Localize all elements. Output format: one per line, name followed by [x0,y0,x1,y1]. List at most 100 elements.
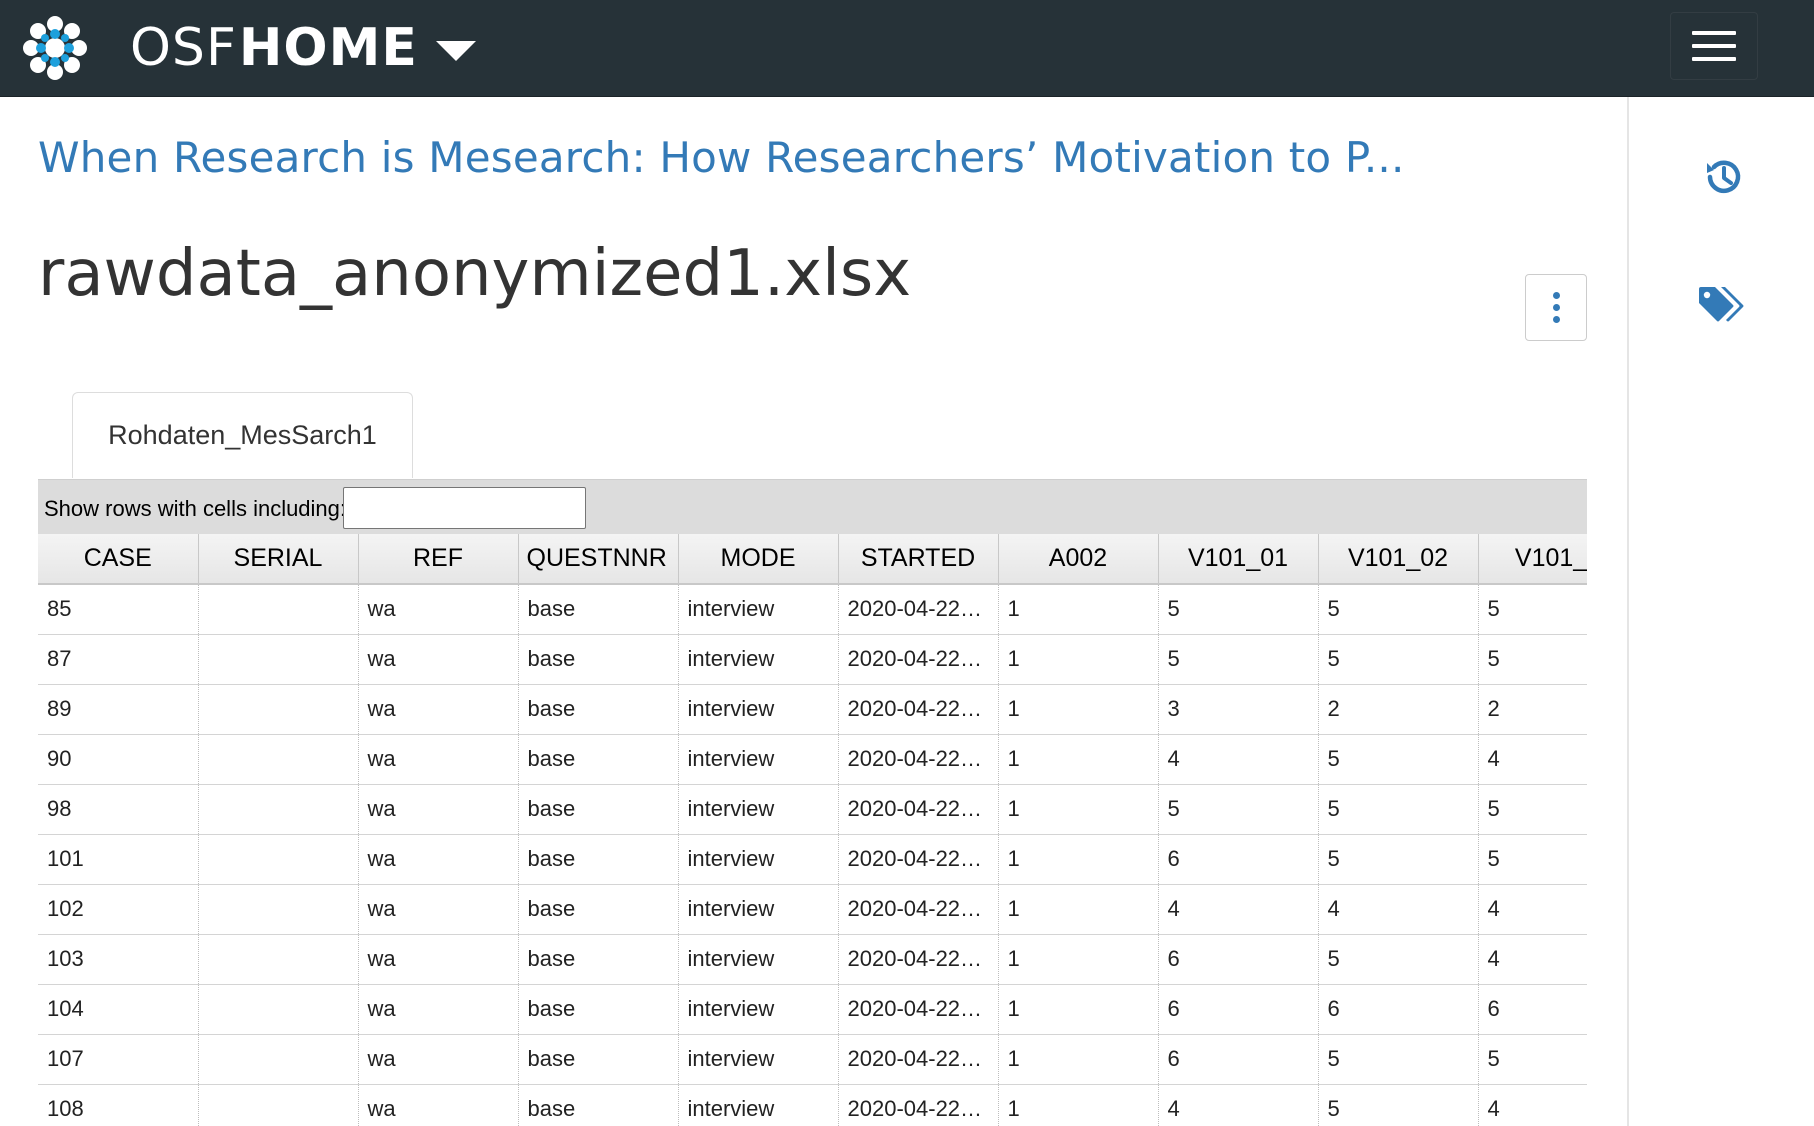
table-cell[interactable]: wa [358,684,519,735]
table-cell[interactable]: 2020-04-22… [838,734,999,785]
column-header[interactable]: MODE [678,534,839,585]
table-cell[interactable]: 4 [1478,884,1587,935]
main-menu-button[interactable] [1670,12,1758,80]
table-cell[interactable]: wa [358,634,519,685]
table-cell[interactable]: 1 [998,634,1159,685]
table-cell[interactable]: 2020-04-22… [838,1084,999,1126]
table-cell[interactable]: base [518,734,679,785]
table-cell[interactable]: 85 [38,584,199,635]
table-cell[interactable]: base [518,934,679,985]
table-cell[interactable]: 5 [1158,784,1319,835]
table-cell[interactable]: 2020-04-22… [838,634,999,685]
project-title-link[interactable]: When Research is Mesearch: How Researche… [38,133,1405,182]
table-cell[interactable]: interview [678,1034,839,1085]
table-cell[interactable]: base [518,984,679,1035]
table-cell[interactable]: base [518,1084,679,1126]
table-cell[interactable] [198,684,359,735]
table-cell[interactable]: 1 [998,834,1159,885]
column-header[interactable]: REF [358,534,519,585]
table-cell[interactable]: 1 [998,684,1159,735]
table-cell[interactable]: base [518,584,679,635]
table-cell[interactable]: 4 [1478,734,1587,785]
table-cell[interactable]: 1 [998,1084,1159,1126]
table-cell[interactable]: 6 [1318,984,1479,1035]
table-cell[interactable]: 5 [1318,584,1479,635]
table-cell[interactable]: 5 [1318,1084,1479,1126]
table-cell[interactable]: 1 [998,584,1159,635]
table-cell[interactable]: 5 [1318,734,1479,785]
table-cell[interactable]: wa [358,584,519,635]
table-cell[interactable]: 4 [1478,934,1587,985]
table-cell[interactable]: 5 [1318,934,1479,985]
table-cell[interactable]: 2020-04-22… [838,984,999,1035]
table-cell[interactable]: 103 [38,934,199,985]
table-cell[interactable]: interview [678,684,839,735]
table-cell[interactable]: wa [358,1084,519,1126]
table-cell[interactable]: interview [678,784,839,835]
column-header[interactable]: STARTED [838,534,999,585]
table-cell[interactable]: base [518,1034,679,1085]
column-header[interactable]: QUESTNNR [518,534,679,585]
table-cell[interactable]: interview [678,734,839,785]
table-cell[interactable]: 4 [1478,1084,1587,1126]
column-header[interactable]: SERIAL [198,534,359,585]
table-cell[interactable]: 1 [998,934,1159,985]
table-cell[interactable]: 87 [38,634,199,685]
table-cell[interactable]: 6 [1158,984,1319,1035]
table-cell[interactable]: wa [358,934,519,985]
column-header[interactable]: A002 [998,534,1159,585]
table-cell[interactable]: interview [678,584,839,635]
column-header[interactable]: V101_02 [1318,534,1479,585]
table-cell[interactable]: 4 [1158,1084,1319,1126]
tags-icon[interactable] [1697,285,1745,327]
column-header[interactable]: V101_01 [1158,534,1319,585]
table-cell[interactable]: base [518,884,679,935]
filter-input[interactable] [343,487,586,529]
table-cell[interactable]: 4 [1158,884,1319,935]
table-cell[interactable]: 1 [998,984,1159,1035]
table-cell[interactable]: 5 [1318,1034,1479,1085]
table-cell[interactable]: 104 [38,984,199,1035]
table-cell[interactable]: 107 [38,1034,199,1085]
table-cell[interactable] [198,884,359,935]
table-cell[interactable]: interview [678,1084,839,1126]
table-cell[interactable]: base [518,684,679,735]
table-cell[interactable]: 1 [998,784,1159,835]
table-cell[interactable]: wa [358,984,519,1035]
table-cell[interactable] [198,834,359,885]
table-cell[interactable]: 1 [998,884,1159,935]
table-cell[interactable] [198,584,359,635]
table-cell[interactable]: 102 [38,884,199,935]
table-cell[interactable]: wa [358,734,519,785]
table-cell[interactable]: 5 [1478,634,1587,685]
column-header[interactable]: CASE [38,534,199,585]
table-cell[interactable]: 2020-04-22… [838,684,999,735]
table-cell[interactable]: 4 [1318,884,1479,935]
column-header[interactable]: V101_0 [1478,534,1587,585]
table-cell[interactable]: base [518,634,679,685]
table-cell[interactable] [198,734,359,785]
table-cell[interactable]: 2020-04-22… [838,784,999,835]
table-cell[interactable]: 101 [38,834,199,885]
table-cell[interactable]: 2020-04-22… [838,1034,999,1085]
table-cell[interactable]: 2020-04-22… [838,884,999,935]
table-cell[interactable]: 5 [1158,634,1319,685]
table-cell[interactable] [198,1034,359,1085]
table-cell[interactable] [198,634,359,685]
table-cell[interactable]: 4 [1158,734,1319,785]
table-cell[interactable]: 89 [38,684,199,735]
table-cell[interactable] [198,984,359,1035]
table-cell[interactable]: 5 [1318,634,1479,685]
table-cell[interactable]: base [518,834,679,885]
table-cell[interactable] [198,934,359,985]
table-cell[interactable]: 108 [38,1084,199,1126]
table-cell[interactable]: 6 [1158,1034,1319,1085]
table-cell[interactable]: wa [358,834,519,885]
tab-sheet[interactable]: Rohdaten_MesSarch1 [72,392,413,478]
table-cell[interactable]: 2020-04-22… [838,584,999,635]
table-cell[interactable]: interview [678,934,839,985]
table-cell[interactable] [198,784,359,835]
table-cell[interactable] [198,1084,359,1126]
table-cell[interactable]: base [518,784,679,835]
table-cell[interactable]: 2 [1318,684,1479,735]
